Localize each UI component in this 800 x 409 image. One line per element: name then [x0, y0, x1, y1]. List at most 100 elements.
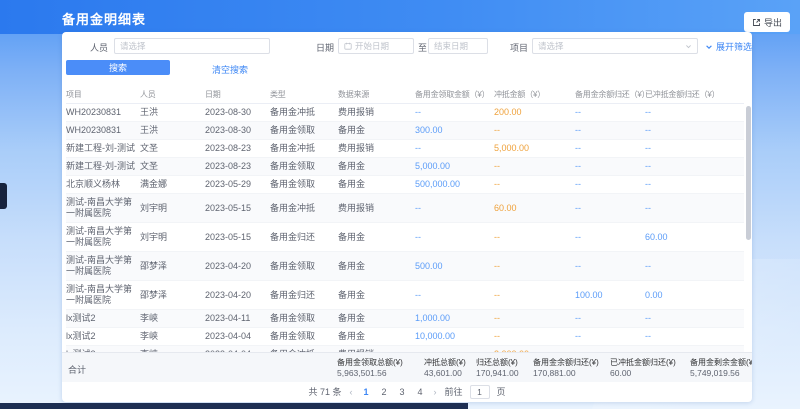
- expand-filter-label: 展开筛选: [716, 40, 752, 53]
- page-number-button[interactable]: 3: [396, 387, 407, 397]
- table-cell: --: [494, 229, 575, 246]
- table-cell: 费用报销: [338, 140, 415, 157]
- table-cell: 备用金: [338, 258, 415, 275]
- table-cell: 备用金冲抵: [270, 140, 338, 157]
- table-cell: --: [575, 158, 645, 175]
- table-cell: 备用金: [338, 229, 415, 246]
- table-cell: 2023-04-11: [205, 310, 270, 327]
- table-cell: 测试-南昌大学第一附属医院: [66, 281, 140, 309]
- table-cell: 测试-南昌大学第一附属医院: [66, 223, 140, 251]
- clear-search-link[interactable]: 清空搜索: [212, 63, 248, 76]
- table-header-row: 项目人员日期类型数据来源备用金领取金额（¥）冲抵金额（¥）备用金余额归还（¥）已…: [66, 85, 744, 104]
- table-cell: 2023-04-20: [205, 287, 270, 304]
- table-cell: 备用金: [338, 310, 415, 327]
- table-row[interactable]: 测试-南昌大学第一附属医院刘宇明2023-05-15备用金归还备用金------…: [66, 223, 744, 252]
- summary-row: 合计 备用金领取总额(¥)5,963,501.56冲抵总额(¥)43,601.0…: [62, 352, 752, 382]
- table-row[interactable]: 新建工程-刘-测试文圣2023-08-23备用金领取备用金5,000.00---…: [66, 158, 744, 176]
- summary-item: 冲抵总额(¥)43,601.00: [424, 357, 466, 379]
- person-label: 人员: [90, 41, 108, 54]
- table-cell: 60.00: [645, 229, 741, 246]
- table-cell: 5,000.00: [494, 140, 575, 157]
- project-select-input[interactable]: 请选择: [532, 38, 698, 54]
- pagination-bar: 共 71 条 ‹ 1234 › 前往 1 页: [62, 383, 752, 400]
- page-number-button[interactable]: 1: [360, 387, 371, 397]
- table-cell: --: [575, 200, 645, 217]
- date-start-placeholder: 开始日期: [355, 40, 389, 52]
- table-row[interactable]: 北京顺义杨林满金娜2023-05-29备用金领取备用金500,000.00---…: [66, 176, 744, 194]
- table-cell: 文圣: [140, 158, 205, 175]
- table-row[interactable]: 新建工程-刘-测试文圣2023-08-23备用金冲抵费用报销--5,000.00…: [66, 140, 744, 158]
- summary-item-value: 60.00: [610, 368, 676, 379]
- table-cell: --: [575, 229, 645, 246]
- table-cell: 测试-南昌大学第一附属医院: [66, 194, 140, 222]
- page-number-button[interactable]: 2: [378, 387, 389, 397]
- table-cell: 2023-05-29: [205, 176, 270, 193]
- table-row[interactable]: 测试-南昌大学第一附属医院邵梦泽2023-04-20备用金归还备用金----10…: [66, 281, 744, 310]
- table-row[interactable]: 测试-南昌大学第一附属医院刘宇明2023-05-15备用金冲抵费用报销--60.…: [66, 194, 744, 223]
- table-scrollbar-thumb[interactable]: [746, 106, 751, 240]
- table-cell: 2023-04-20: [205, 258, 270, 275]
- table-cell: 备用金领取: [270, 258, 338, 275]
- table-cell: --: [575, 176, 645, 193]
- table-row[interactable]: lx测试2李峡2023-04-11备用金领取备用金1,000.00------: [66, 310, 744, 328]
- table-cell: 备用金冲抵: [270, 104, 338, 121]
- table-cell: 备用金: [338, 158, 415, 175]
- table-cell: --: [645, 158, 741, 175]
- calendar-icon: [344, 42, 352, 50]
- table-cell: 200.00: [494, 104, 575, 121]
- next-page-button[interactable]: ›: [432, 387, 437, 397]
- table-cell: 备用金: [338, 328, 415, 345]
- project-placeholder: 请选择: [538, 40, 564, 52]
- table-cell: 李峡: [140, 328, 205, 345]
- table-cell: 备用金归还: [270, 287, 338, 304]
- table-cell: 北京顺义杨林: [66, 176, 140, 193]
- table-cell: 500.00: [415, 258, 494, 275]
- search-button[interactable]: 搜索: [66, 60, 170, 75]
- table-row[interactable]: WH20230831王洪2023-08-30备用金冲抵费用报销--200.00-…: [66, 104, 744, 122]
- date-end-placeholder: 结束日期: [434, 40, 468, 52]
- export-button[interactable]: 导出: [744, 12, 790, 32]
- table-cell: 备用金领取: [270, 328, 338, 345]
- table-cell: 备用金领取: [270, 176, 338, 193]
- table-cell: 500,000.00: [415, 176, 494, 193]
- table-row[interactable]: WH20230831王洪2023-08-30备用金领取备用金300.00----…: [66, 122, 744, 140]
- table-cell: --: [645, 140, 741, 157]
- expand-filter-link[interactable]: 展开筛选: [705, 40, 752, 53]
- date-to-separator: 至: [418, 41, 427, 54]
- summary-item-label: 已冲抵金额归还(¥): [610, 357, 676, 368]
- summary-item-value: 5,749,019.56: [690, 368, 752, 379]
- table-cell: 邵梦泽: [140, 287, 205, 304]
- table-cell: 备用金领取: [270, 122, 338, 139]
- table-cell: 刘宇明: [140, 200, 205, 217]
- summary-item-value: 170,881.00: [533, 368, 599, 379]
- table-cell: 1,000.00: [415, 310, 494, 327]
- prev-page-button[interactable]: ‹: [348, 387, 353, 397]
- person-select-input[interactable]: 请选择: [114, 38, 270, 54]
- date-start-input[interactable]: 开始日期: [338, 38, 414, 54]
- table-cell: --: [645, 200, 741, 217]
- table-row[interactable]: 测试-南昌大学第一附属医院邵梦泽2023-04-20备用金领取备用金500.00…: [66, 252, 744, 281]
- summary-item-label: 备用金剩余金额(¥): [690, 357, 752, 368]
- table-cell: --: [415, 200, 494, 217]
- goto-page-input[interactable]: 1: [470, 385, 490, 399]
- page-number-button[interactable]: 4: [414, 387, 425, 397]
- date-label: 日期: [316, 41, 334, 54]
- table-cell: 100.00: [575, 287, 645, 304]
- table-cell: --: [645, 328, 741, 345]
- table-cell: lx测试2: [66, 328, 140, 345]
- summary-item: 备用金领取总额(¥)5,963,501.56: [337, 357, 403, 379]
- sidebar-collapse-handle[interactable]: [0, 183, 7, 209]
- table-row[interactable]: lx测试2李峡2023-04-04备用金领取备用金10,000.00------: [66, 328, 744, 346]
- table-cell: 邵梦泽: [140, 258, 205, 275]
- table-cell: --: [645, 310, 741, 327]
- table-cell: 2023-08-23: [205, 140, 270, 157]
- table-cell: 2023-08-23: [205, 158, 270, 175]
- goto-page-suffix: 页: [497, 385, 506, 398]
- summary-item: 已冲抵金额归还(¥)60.00: [610, 357, 676, 379]
- table-cell: --: [645, 104, 741, 121]
- table-cell: 备用金: [338, 176, 415, 193]
- table-cell: WH20230831: [66, 104, 140, 121]
- table-cell: --: [494, 287, 575, 304]
- page-title: 备用金明细表: [62, 9, 146, 28]
- date-end-input[interactable]: 结束日期: [428, 38, 488, 54]
